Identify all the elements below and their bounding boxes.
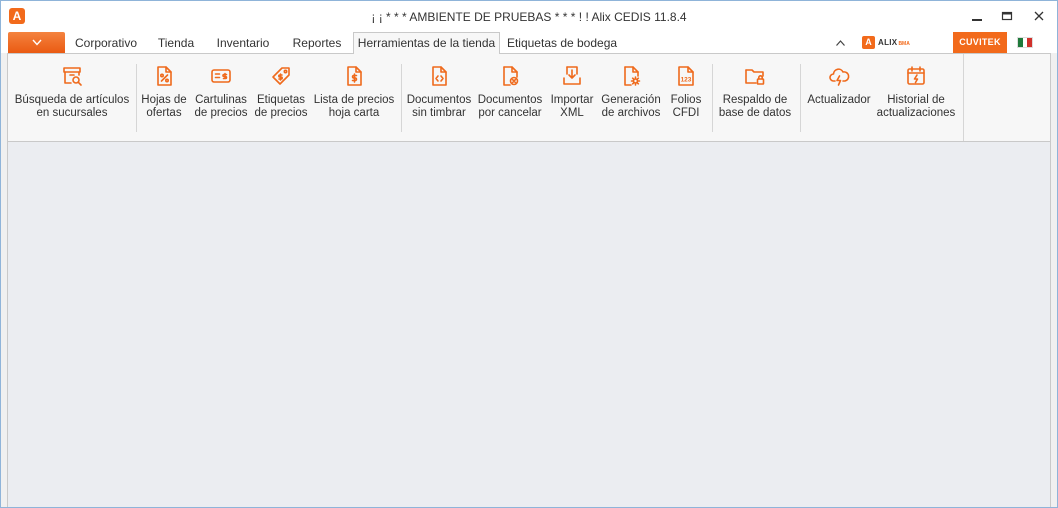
ribbon-label: Folios CFDI xyxy=(670,94,702,119)
ribbon-tab-bar: Corporativo Tienda Inventario Reportes H… xyxy=(1,31,1057,54)
chevron-down-icon xyxy=(31,39,42,46)
minimize-icon xyxy=(972,19,982,21)
cuvitek-logo: CUVITEK xyxy=(953,32,1007,53)
close-button[interactable] xyxy=(1027,6,1051,26)
documentos-sin-timbrar-button[interactable]: Documentos sin timbrar xyxy=(404,54,474,141)
ribbon-panel: Búsqueda de artículos en sucursales Hoja… xyxy=(7,53,1051,142)
etiquetas-de-precios-button[interactable]: Etiquetas de precios xyxy=(252,54,310,141)
lista-de-precios-button[interactable]: Lista de precios hoja carta xyxy=(312,54,396,141)
cloud-lightning-icon xyxy=(829,68,850,86)
ribbon-separator xyxy=(712,64,713,132)
ribbon-label: Lista de precios hoja carta xyxy=(313,94,395,119)
tab-reportes[interactable]: Reportes xyxy=(281,34,353,53)
code-document-icon xyxy=(432,66,447,86)
restore-button[interactable] xyxy=(995,6,1019,26)
numbered-document-icon: 123 xyxy=(678,66,694,86)
minimize-button[interactable] xyxy=(965,6,989,26)
actualizador-button[interactable]: Actualizador xyxy=(804,54,874,141)
restore-icon xyxy=(1001,11,1013,21)
ribbon-label: Búsqueda de artículos en sucursales xyxy=(14,94,130,119)
price-card-icon xyxy=(211,69,231,83)
window-title: ¡ ¡ * * * AMBIENTE DE PRUEBAS * * * ! ! … xyxy=(371,10,687,24)
mexico-flag-icon xyxy=(1017,37,1033,48)
app-logo-icon: A xyxy=(9,8,25,24)
locked-folder-icon xyxy=(745,69,765,85)
cancel-document-icon xyxy=(503,66,519,86)
ribbon-label: Importar XML xyxy=(550,94,594,119)
svg-text:123: 123 xyxy=(681,77,692,84)
tab-inventario[interactable]: Inventario xyxy=(205,34,281,53)
ribbon-separator xyxy=(963,54,964,141)
ribbon-label: Etiquetas de precios xyxy=(254,94,308,119)
app-window: A ¡ ¡ * * * AMBIENTE DE PRUEBAS * * * ! … xyxy=(0,0,1058,508)
alix-logo-text: ALIX xyxy=(878,37,898,47)
calendar-lightning-icon xyxy=(907,66,925,85)
respaldo-base-de-datos-button[interactable]: Respaldo de base de datos xyxy=(715,54,795,141)
historial-de-actualizaciones-button[interactable]: Historial de actualizaciones xyxy=(874,54,958,141)
title-bar: A ¡ ¡ * * * AMBIENTE DE PRUEBAS * * * ! … xyxy=(1,1,1057,31)
folios-cfdi-button[interactable]: 123 Folios CFDI xyxy=(664,54,708,141)
hojas-de-ofertas-button[interactable]: Hojas de ofertas xyxy=(138,54,190,141)
importar-xml-button[interactable]: Importar XML xyxy=(546,54,598,141)
workspace-area xyxy=(7,142,1051,507)
tab-etiquetas-de-bodega[interactable]: Etiquetas de bodega xyxy=(500,34,624,53)
app-menu-button[interactable] xyxy=(8,32,65,53)
price-tag-icon xyxy=(272,67,290,85)
documentos-por-cancelar-button[interactable]: Documentos por cancelar xyxy=(476,54,544,141)
collapse-ribbon-button[interactable] xyxy=(835,37,846,51)
ribbon-label: Hojas de ofertas xyxy=(141,94,187,119)
tab-tienda[interactable]: Tienda xyxy=(147,34,205,53)
ribbon-label: Cartulinas de precios xyxy=(194,94,248,119)
ribbon-label: Respaldo de base de datos xyxy=(718,94,792,119)
import-tray-icon xyxy=(563,66,581,85)
generacion-de-archivos-button[interactable]: Generación de archivos xyxy=(600,54,662,141)
tab-herramientas-de-la-tienda[interactable]: Herramientas de la tienda xyxy=(353,32,500,54)
busqueda-articulos-button[interactable]: Búsqueda de artículos en sucursales xyxy=(12,54,132,141)
ribbon-label: Documentos por cancelar xyxy=(477,94,543,119)
ribbon-label: Documentos sin timbrar xyxy=(406,94,472,119)
ribbon-label: Actualizador xyxy=(807,94,871,106)
cartulinas-de-precios-button[interactable]: Cartulinas de precios xyxy=(191,54,251,141)
ribbon-label: Generación de archivos xyxy=(601,94,661,119)
box-search-icon xyxy=(63,67,82,86)
dollar-document-icon xyxy=(347,66,362,86)
alix-logo-suffix: BMA xyxy=(898,40,910,47)
ribbon-label: Historial de actualizaciones xyxy=(876,94,956,119)
chevron-up-icon xyxy=(836,40,845,46)
gear-document-icon xyxy=(624,66,641,86)
ribbon-separator xyxy=(136,64,137,132)
percent-document-icon xyxy=(157,66,172,86)
alix-logo: A ALIX BMA xyxy=(862,35,910,49)
ribbon-separator xyxy=(800,64,801,132)
ribbon-separator xyxy=(401,64,402,132)
alix-mark-icon: A xyxy=(862,35,875,49)
close-icon xyxy=(1034,11,1044,21)
tab-corporativo[interactable]: Corporativo xyxy=(65,34,147,53)
